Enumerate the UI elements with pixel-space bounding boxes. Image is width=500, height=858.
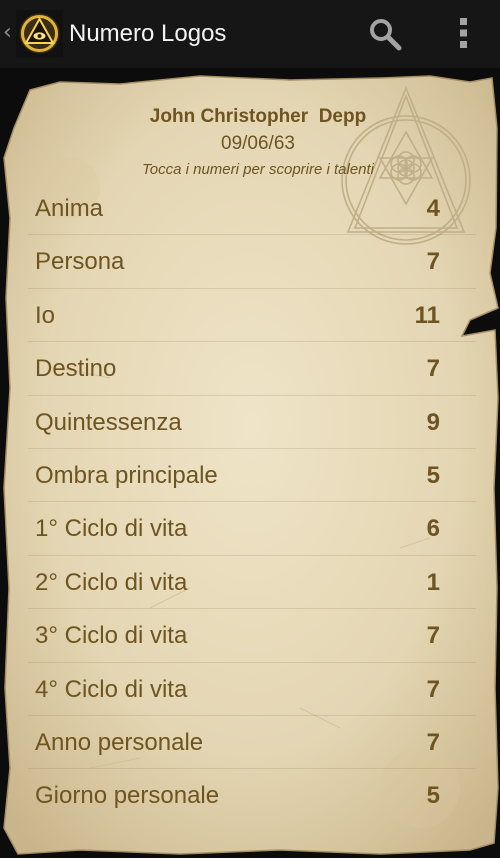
overflow-menu-icon[interactable] bbox=[454, 16, 474, 50]
chevron-left-icon[interactable]: ‹ bbox=[3, 22, 12, 44]
app-title: Numero Logos bbox=[69, 20, 227, 47]
list-item-ciclo-3[interactable]: 3° Ciclo di vita 7 bbox=[28, 609, 476, 663]
list-item-anno-personale[interactable]: Anno personale 7 bbox=[28, 716, 476, 770]
row-value[interactable]: 6 bbox=[427, 515, 440, 543]
row-label: Persona bbox=[35, 248, 125, 276]
row-value[interactable]: 5 bbox=[427, 462, 440, 490]
person-name: John Christopher Depp bbox=[149, 106, 367, 127]
row-label: Ombra principale bbox=[35, 461, 218, 489]
row-label: 4° Ciclo di vita bbox=[35, 675, 188, 703]
row-value[interactable]: 1 bbox=[427, 569, 440, 597]
row-value[interactable]: 7 bbox=[427, 622, 440, 650]
list-item-destino[interactable]: Destino 7 bbox=[28, 342, 476, 396]
list-item-ciclo-4[interactable]: 4° Ciclo di vita 7 bbox=[28, 663, 476, 716]
list-item-ciclo-1[interactable]: 1° Ciclo di vita 6 bbox=[28, 502, 476, 556]
list-item-quintessenza[interactable]: Quintessenza 9 bbox=[28, 396, 476, 449]
row-label: 1° Ciclo di vita bbox=[35, 515, 188, 543]
hint-text: Tocca i numeri per scoprire i talenti bbox=[141, 161, 375, 178]
row-value[interactable]: 7 bbox=[427, 355, 440, 383]
row-label: Quintessenza bbox=[35, 408, 182, 436]
row-value[interactable]: 4 bbox=[427, 195, 440, 223]
row-label: 2° Ciclo di vita bbox=[35, 568, 188, 596]
row-label: Destino bbox=[35, 355, 117, 383]
row-value[interactable]: 7 bbox=[427, 248, 440, 276]
list-item-ombra-principale[interactable]: Ombra principale 5 bbox=[28, 449, 476, 503]
row-value[interactable]: 7 bbox=[427, 676, 440, 704]
row-label: Anno personale bbox=[35, 728, 204, 756]
row-label: Giorno personale bbox=[35, 782, 220, 810]
row-value[interactable]: 11 bbox=[415, 302, 440, 330]
row-label: Io bbox=[35, 301, 56, 329]
row-value[interactable]: 9 bbox=[427, 409, 440, 437]
row-label: 3° Ciclo di vita bbox=[35, 622, 188, 650]
row-value[interactable]: 7 bbox=[427, 729, 440, 757]
numbers-list: Anima 4 Persona 7 Io 11 Destino 7 Quinte… bbox=[28, 182, 476, 822]
list-item-giorno-personale[interactable]: Giorno personale 5 bbox=[28, 769, 476, 821]
search-icon[interactable] bbox=[367, 16, 403, 52]
row-label: Anima bbox=[35, 195, 104, 222]
list-item-persona[interactable]: Persona 7 bbox=[28, 235, 476, 289]
row-value[interactable]: 5 bbox=[427, 782, 440, 810]
action-bar: ‹ Numero Logos bbox=[0, 0, 500, 68]
list-item-io[interactable]: Io 11 bbox=[28, 289, 476, 343]
list-item-ciclo-2[interactable]: 2° Ciclo di vita 1 bbox=[28, 556, 476, 610]
eye-of-providence-icon[interactable] bbox=[16, 10, 63, 57]
birth-date: 09/06/63 bbox=[221, 133, 295, 154]
list-item-anima[interactable]: Anima 4 bbox=[28, 182, 476, 236]
